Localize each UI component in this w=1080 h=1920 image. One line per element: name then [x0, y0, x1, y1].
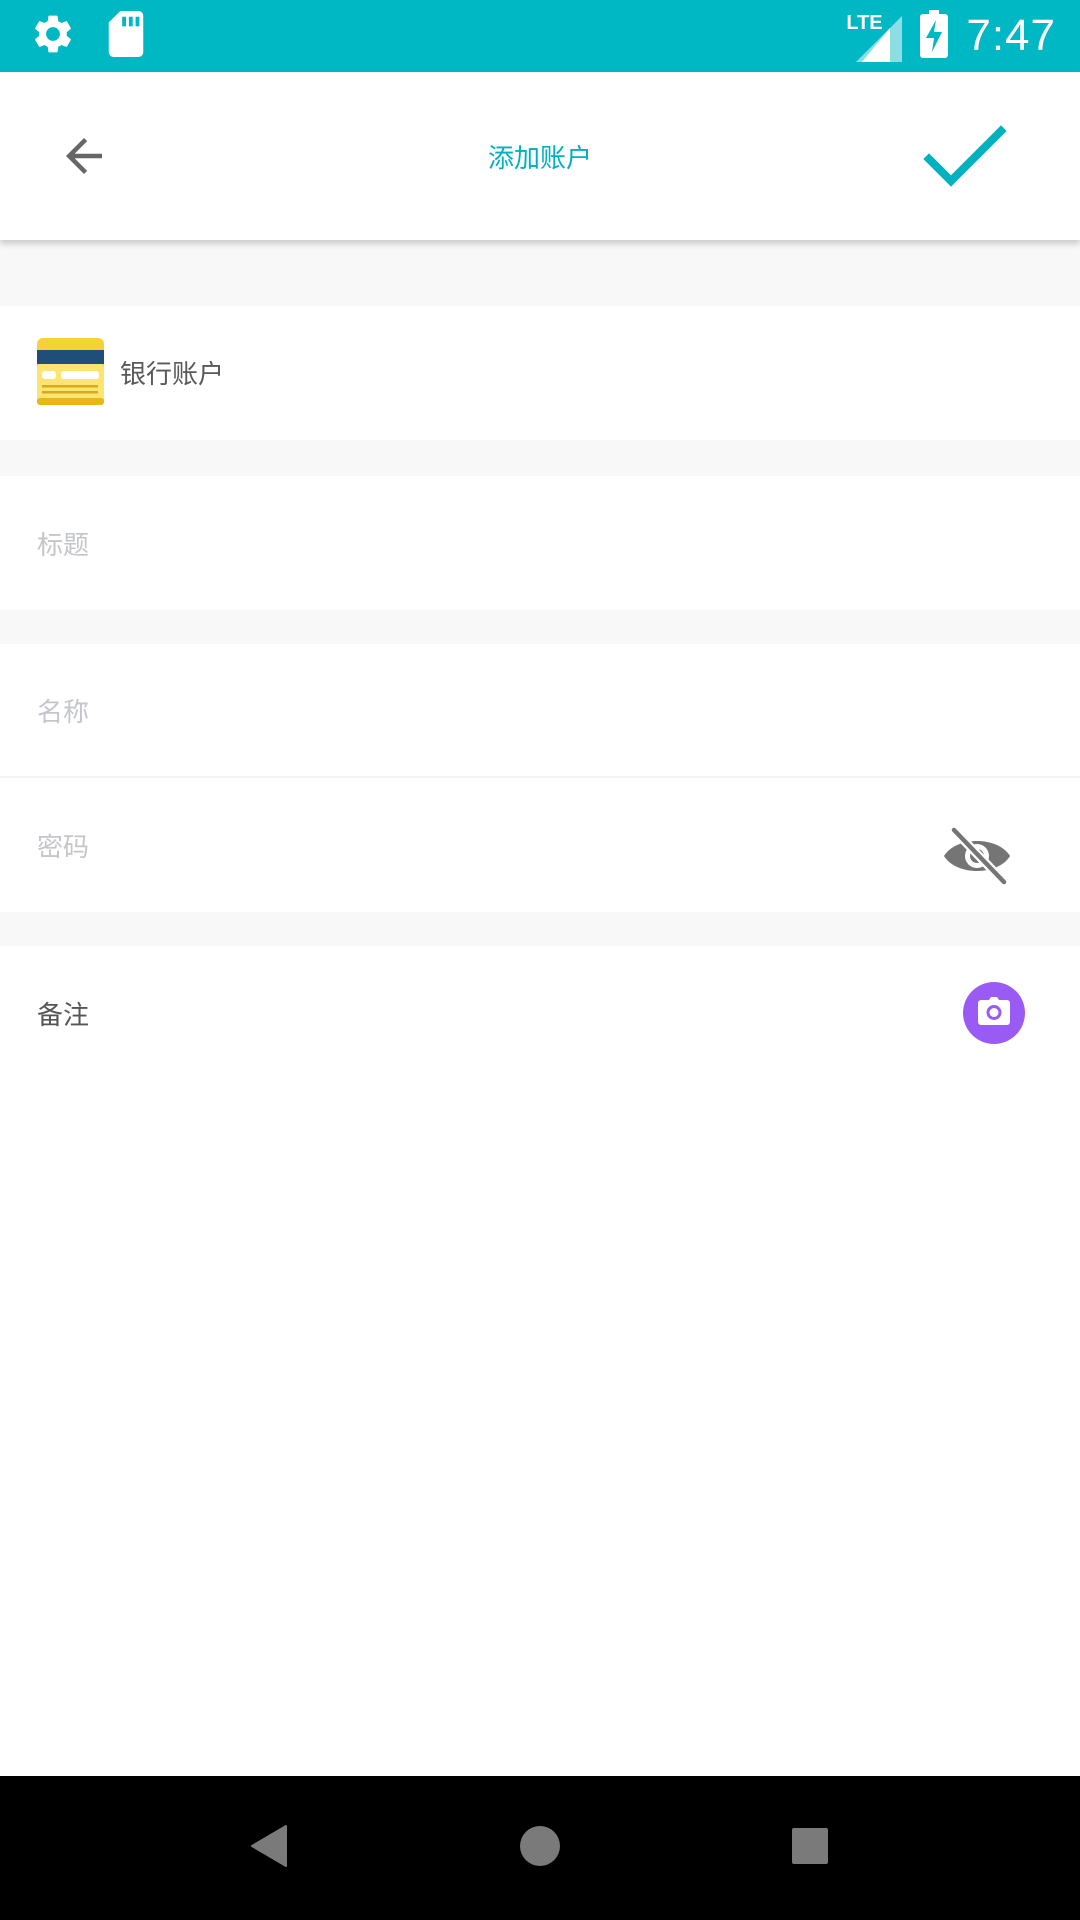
- title-field[interactable]: 标题: [0, 476, 1080, 610]
- notes-label: 备注: [37, 1000, 90, 1031]
- password-field[interactable]: 密码: [0, 778, 1080, 912]
- home-circle-icon: [518, 1824, 562, 1872]
- section-gap: [0, 240, 1080, 306]
- status-left: [30, 11, 146, 61]
- camera-icon: [978, 997, 1010, 1029]
- settings-icon: [30, 11, 76, 61]
- eye-off-icon: [942, 824, 1012, 892]
- section-gap: [0, 440, 1080, 476]
- confirm-button[interactable]: [920, 116, 1010, 200]
- system-nav-bar: [0, 1776, 1080, 1920]
- back-triangle-icon: [248, 1824, 292, 1872]
- title-placeholder: 标题: [37, 530, 90, 561]
- check-icon: [923, 123, 1007, 193]
- status-time: 7:47: [966, 11, 1056, 60]
- section-gap: [0, 610, 1080, 644]
- camera-button[interactable]: [963, 982, 1025, 1044]
- name-field[interactable]: 名称: [0, 644, 1080, 776]
- app-bar: 添加账户: [0, 72, 1080, 240]
- password-placeholder: 密码: [37, 832, 90, 863]
- notes-field[interactable]: 备注: [0, 946, 1080, 1776]
- recents-square-icon: [790, 1826, 830, 1870]
- account-type-row[interactable]: 银行账户: [0, 306, 1080, 440]
- section-gap: [0, 912, 1080, 946]
- nav-back-button[interactable]: [238, 1816, 302, 1880]
- sd-card-icon: [106, 11, 146, 61]
- password-visibility-toggle[interactable]: [942, 826, 1012, 890]
- status-bar: LTE 7:47: [0, 0, 1080, 72]
- name-placeholder: 名称: [37, 697, 90, 728]
- nav-recents-button[interactable]: [778, 1816, 842, 1880]
- network-type-label: LTE: [846, 12, 883, 34]
- battery-charging-icon: [920, 10, 949, 62]
- status-right: LTE 7:47: [846, 8, 1056, 64]
- account-type-label: 银行账户: [120, 360, 225, 390]
- nav-home-button[interactable]: [508, 1816, 572, 1880]
- lte-signal-icon: LTE: [846, 10, 903, 62]
- arrow-left-icon: [57, 129, 111, 187]
- screen: LTE 7:47 添加账户 银行账户 标题 名称 密码 备注: [0, 0, 1080, 1920]
- back-button[interactable]: [42, 116, 126, 200]
- bank-card-icon: [37, 338, 104, 405]
- page-title: 添加账户: [487, 143, 592, 174]
